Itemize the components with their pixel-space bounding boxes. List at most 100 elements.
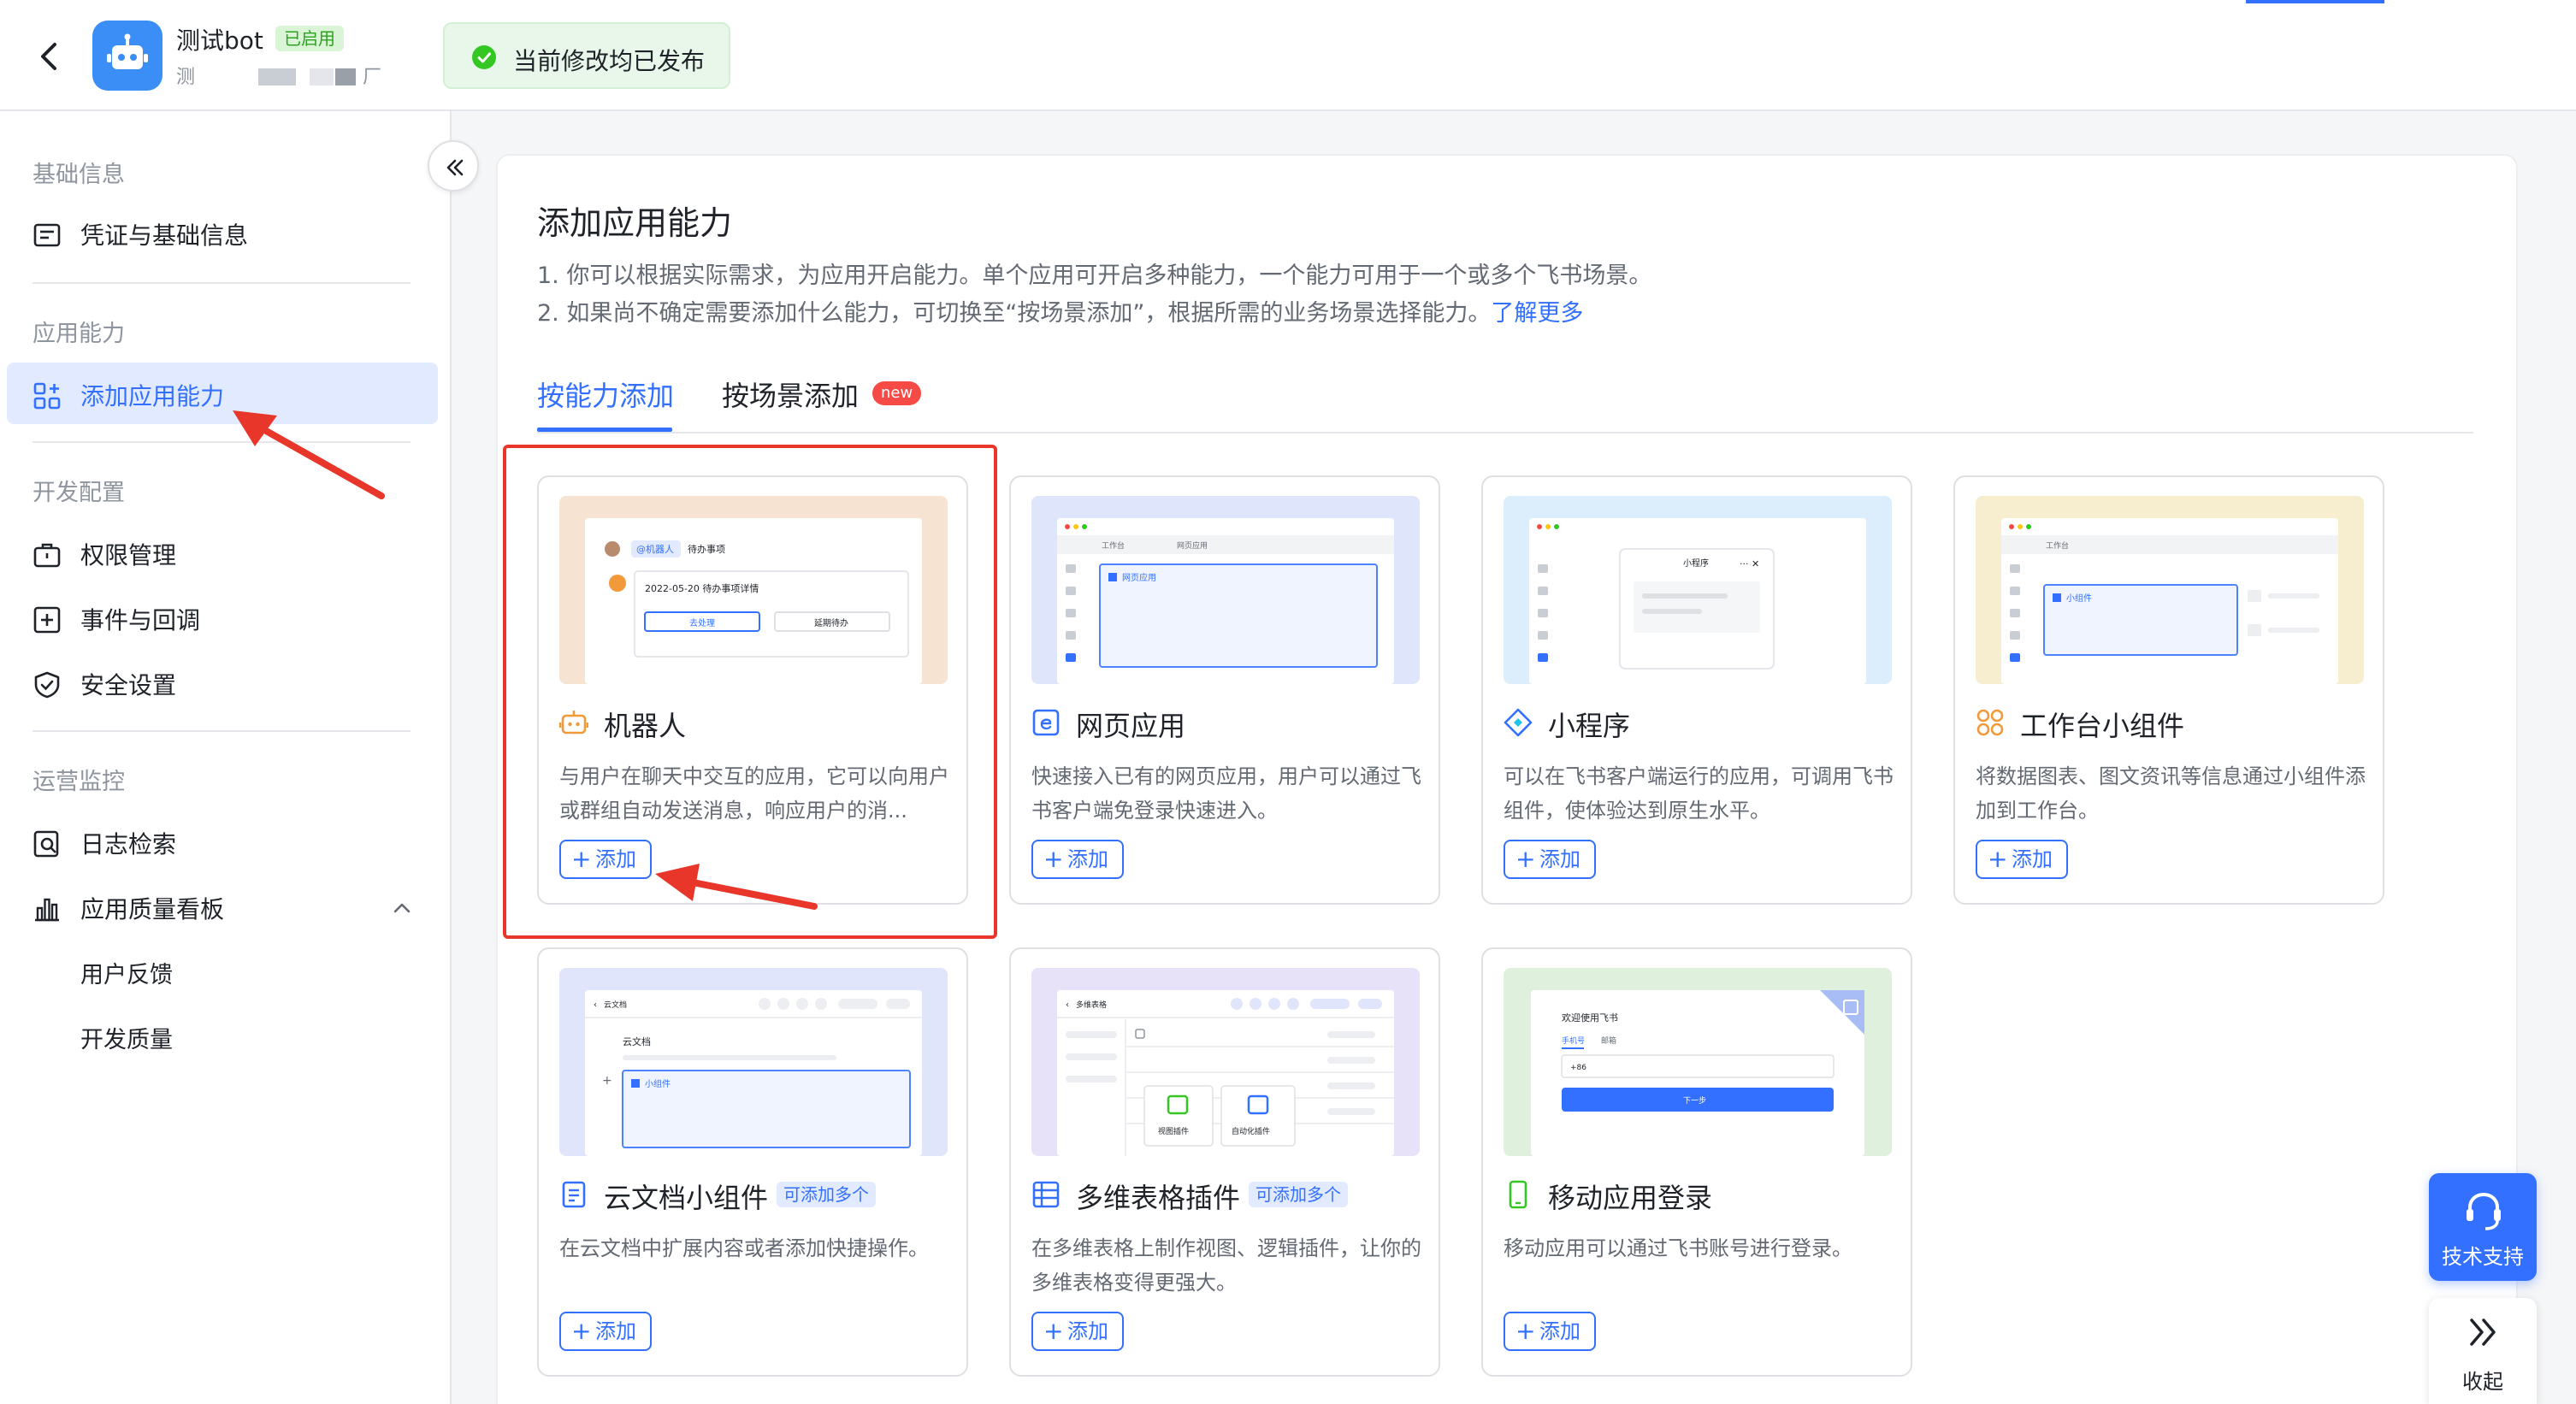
tech-support-label: 技术支持 — [2442, 1245, 2524, 1269]
tab-by-scenario[interactable]: 按场景添加 — [722, 375, 859, 414]
app-name: 测试bot — [176, 27, 263, 55]
workbench-widget-preview: 工作台 小组件 — [1976, 496, 2364, 684]
app-avatar — [92, 21, 162, 91]
svg-text:2022-05-20 待办事项详情: 2022-05-20 待办事项详情 — [645, 582, 759, 594]
fold-label: 收起 — [2462, 1370, 2503, 1394]
sidebar-item-label: 事件与回调 — [80, 606, 201, 634]
card-title: 工作台小组件 — [2020, 710, 2185, 742]
sidebar-item-credentials[interactable]: 凭证与基础信息 — [7, 202, 438, 263]
sidebar-item-add-capability[interactable]: 添加应用能力 — [7, 363, 438, 424]
svg-text:‹: ‹ — [594, 1000, 597, 1010]
capability-card-bitable-plugin[interactable]: ‹ 多维表格 视图插件 自动化插件 多维表格插件 可添加多个 在多维表格上制作视… — [1009, 947, 1440, 1377]
web-app-preview: 工作台 网页应用 网页应用 — [1031, 496, 1420, 684]
apps-grid-icon — [33, 382, 61, 410]
card-description: 将数据图表、图文资讯等信息通过小组件添加到工作台。 — [1976, 764, 2366, 823]
card-description: 移动应用可以通过飞书账号进行登录。 — [1504, 1236, 1852, 1260]
sidebar-subitem-feedback[interactable]: 用户反馈 — [7, 942, 438, 1000]
publish-status-text: 当前修改均已发布 — [513, 47, 706, 75]
multi-add-badge: 可添加多个 — [777, 1182, 876, 1207]
svg-text:手机号: 手机号 — [1562, 1035, 1585, 1046]
redacted-text — [258, 68, 296, 86]
double-chevron-right-icon — [2470, 1318, 2496, 1346]
page-title: 添加应用能力 — [537, 204, 733, 242]
add-box-icon — [33, 606, 61, 634]
sidebar-item-label: 凭证与基础信息 — [80, 221, 249, 250]
sidebar-subitem-label: 开发质量 — [80, 1027, 173, 1053]
card-description: 快速接入已有的网页应用，用户可以通过飞书客户端免登录快速进入。 — [1031, 764, 1421, 823]
back-arrow-icon[interactable] — [31, 38, 68, 75]
web-app-icon — [1032, 709, 1060, 736]
add-mini-program-button[interactable]: + 添加 — [1504, 840, 1596, 879]
sidebar-group-ops: 运营监控 — [32, 769, 125, 795]
multi-add-badge: 可添加多个 — [1249, 1182, 1348, 1207]
svg-text:云文档: 云文档 — [623, 1035, 651, 1047]
svg-text:工作台: 工作台 — [1102, 540, 1125, 551]
capability-card-mobile-login[interactable]: 欢迎使用飞书 手机号 邮箱 +86 下一步 移动应用登录 移动应用可以通过飞书账… — [1481, 947, 1912, 1377]
sidebar-item-logs[interactable]: 日志检索 — [7, 811, 438, 872]
capability-card-mini-program[interactable]: 小程序 ··· ✕ 小程序 可以在飞书客户端运行的应用，可调用飞书组件，使体验达… — [1481, 475, 1912, 905]
capability-card-web-app[interactable]: 工作台 网页应用 网页应用 网页应用 快速接入已有的网页应用，用户可以通过飞书客… — [1009, 475, 1440, 905]
svg-text:工作台: 工作台 — [2046, 540, 2069, 551]
svg-text:去处理: 去处理 — [689, 618, 715, 628]
card-description: 可以在飞书客户端运行的应用，可调用飞书组件，使体验达到原生水平。 — [1504, 764, 1894, 823]
description-line-2: 2. 如果尚不确定需要添加什么能力，可切换至“按场景添加”，根据所需的业务场景选… — [537, 300, 1584, 327]
card-description: 与用户在聊天中交互的应用，它可以向用户或群组自动发送消息，响应用户的消... — [559, 764, 949, 823]
bitable-icon — [1032, 1181, 1060, 1208]
svg-text:+: + — [602, 1074, 612, 1088]
sidebar-item-label: 日志检索 — [80, 830, 177, 858]
sidebar-item-label: 安全设置 — [80, 671, 177, 699]
add-bitable-plugin-button[interactable]: + 添加 — [1031, 1312, 1124, 1351]
active-tab-indicator — [537, 428, 672, 432]
svg-text:网页应用: 网页应用 — [1177, 540, 1208, 551]
capability-card-docs-widget[interactable]: ‹ 云文档 云文档 + 小组件 云文档小组件 可添加多个 在云文档中扩展内容或者… — [537, 947, 968, 1377]
learn-more-link[interactable]: 了解更多 — [1491, 300, 1583, 327]
tech-support-button[interactable]: 技术支持 — [2429, 1173, 2537, 1281]
sidebar-item-label: 应用质量看板 — [80, 895, 225, 923]
tab-by-capability[interactable]: 按能力添加 — [537, 375, 674, 414]
svg-text:欢迎使用飞书: 欢迎使用飞书 — [1562, 1012, 1618, 1024]
check-circle-icon — [472, 45, 496, 69]
sidebar-item-permissions[interactable]: 权限管理 — [7, 522, 438, 583]
header-tab-indicator — [2246, 0, 2384, 3]
sidebar-group-capability: 应用能力 — [32, 321, 125, 347]
card-title: 多维表格插件 — [1076, 1182, 1241, 1214]
svg-text:+86: +86 — [1570, 1064, 1586, 1072]
svg-text:云文档: 云文档 — [604, 1000, 627, 1010]
sidebar-group-basic: 基础信息 — [32, 162, 125, 188]
chevron-up-icon[interactable] — [392, 898, 412, 918]
fold-button[interactable]: 收起 — [2429, 1298, 2537, 1404]
card-title: 网页应用 — [1076, 710, 1186, 742]
docs-widget-preview: ‹ 云文档 云文档 + 小组件 — [559, 968, 948, 1156]
redacted-text — [310, 68, 334, 86]
description-line-1: 1. 你可以根据实际需求，为应用开启能力。单个应用可开启多种能力，一个能力可用于… — [537, 263, 1652, 289]
sidebar-item-label: 权限管理 — [80, 541, 177, 569]
add-docs-widget-button[interactable]: + 添加 — [559, 1312, 652, 1351]
svg-text:小程序: 小程序 — [1683, 557, 1709, 569]
add-web-app-button[interactable]: + 添加 — [1031, 840, 1124, 879]
svg-text:小组件: 小组件 — [645, 1078, 671, 1089]
capability-card-bot[interactable]: @机器人 待办事项 2022-05-20 待办事项详情 去处理 延期待办 机器人… — [537, 475, 968, 905]
sidebar-item-events[interactable]: 事件与回调 — [7, 587, 438, 648]
svg-text:邮箱: 邮箱 — [1601, 1035, 1616, 1046]
bitable-plugin-preview: ‹ 多维表格 视图插件 自动化插件 — [1031, 968, 1420, 1156]
add-mobile-login-button[interactable]: + 添加 — [1504, 1312, 1596, 1351]
capability-card-workbench-widget[interactable]: 工作台 小组件 工作台小组件 将数据图表、图文资讯等信息通过小组件添加到工作台。… — [1953, 475, 2384, 905]
sidebar-item-quality-board[interactable]: 应用质量看板 — [7, 876, 438, 937]
sidebar-subitem-dev-quality[interactable]: 开发质量 — [7, 1007, 438, 1065]
svg-text:@机器人: @机器人 — [636, 543, 674, 555]
sidebar-item-security[interactable]: 安全设置 — [7, 652, 438, 713]
card-description: 在云文档中扩展内容或者添加快捷操作。 — [559, 1236, 929, 1260]
svg-text:待办事项: 待办事项 — [688, 543, 725, 555]
mini-program-preview: 小程序 ··· ✕ — [1504, 496, 1892, 684]
collapse-sidebar-button[interactable] — [428, 140, 479, 192]
sidebar-divider — [32, 730, 411, 732]
add-bot-button[interactable]: + 添加 — [559, 840, 652, 879]
plus-icon: + — [571, 845, 592, 873]
redacted-text — [335, 68, 356, 86]
mobile-phone-icon — [1509, 1180, 1527, 1209]
mobile-login-preview: 欢迎使用飞书 手机号 邮箱 +86 下一步 — [1504, 968, 1892, 1156]
svg-text:网页应用: 网页应用 — [1122, 572, 1156, 583]
add-workbench-widget-button[interactable]: + 添加 — [1976, 840, 2068, 879]
double-chevron-left-icon — [446, 159, 464, 176]
shield-icon — [34, 671, 60, 699]
